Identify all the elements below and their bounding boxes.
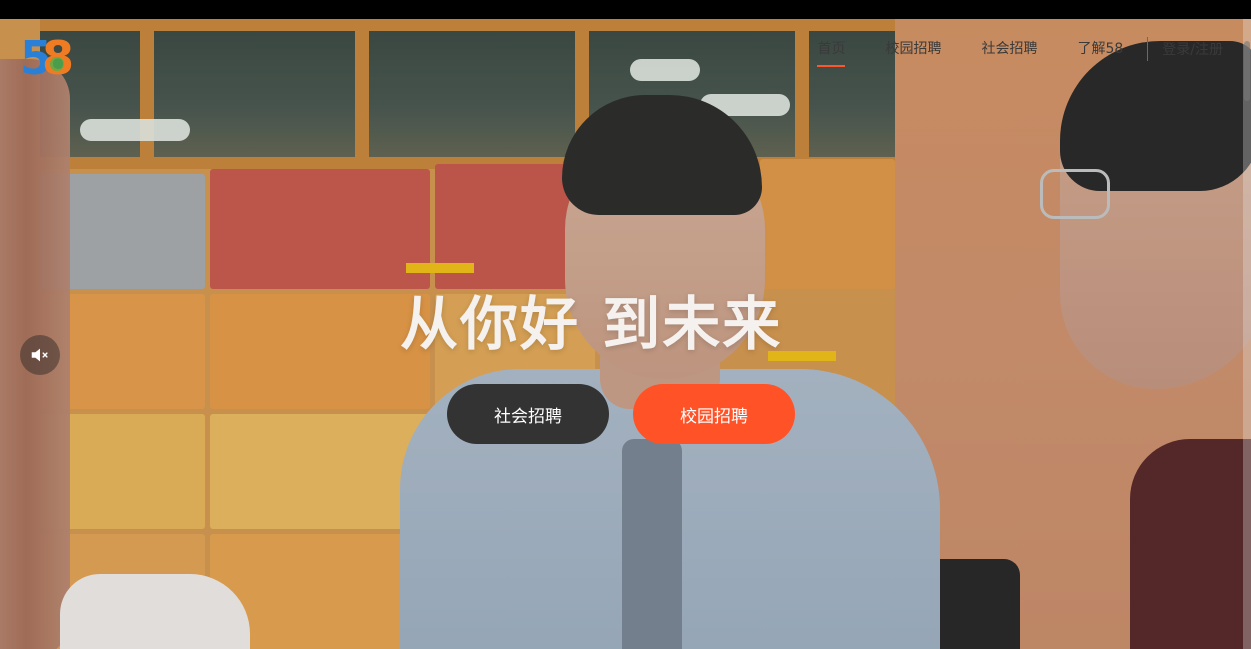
nav-social-recruit[interactable]: 社会招聘 [981, 33, 1037, 65]
hero-slogan: 从你好 到未来 [400, 259, 840, 369]
social-recruit-button[interactable]: 社会招聘 [447, 384, 609, 444]
nav-home[interactable]: 首页 [817, 33, 846, 67]
nav-campus-recruit[interactable]: 校园招聘 [885, 33, 941, 65]
page-scrollbar[interactable] [1243, 19, 1251, 649]
slogan-accent-bar [406, 263, 474, 273]
slogan-accent-bar [768, 351, 836, 361]
login-register-link[interactable]: 登录/注册 [1162, 39, 1223, 59]
logo-digit-8: 8 [42, 31, 75, 85]
campus-recruit-button[interactable]: 校园招聘 [633, 384, 795, 444]
scrollbar-thumb[interactable] [1244, 41, 1250, 101]
nav-divider [1147, 37, 1149, 61]
logo-digit-5: 5 [20, 31, 52, 85]
mute-toggle-button[interactable] [20, 335, 60, 375]
volume-muted-icon [31, 348, 48, 362]
logo-58[interactable]: 5 8 [20, 33, 76, 83]
top-navigation: 首页 校园招聘 社会招聘 了解58 登录/注册 [777, 33, 1223, 67]
nav-about-58[interactable]: 了解58 [1077, 33, 1123, 65]
browser-top-bar [0, 0, 1251, 19]
slogan-text: 从你好 到未来 [400, 290, 783, 358]
hero-video: 5 8 首页 校园招聘 社会招聘 了解58 登录/注册 从你好 到未来 社会招聘… [0, 19, 1251, 649]
